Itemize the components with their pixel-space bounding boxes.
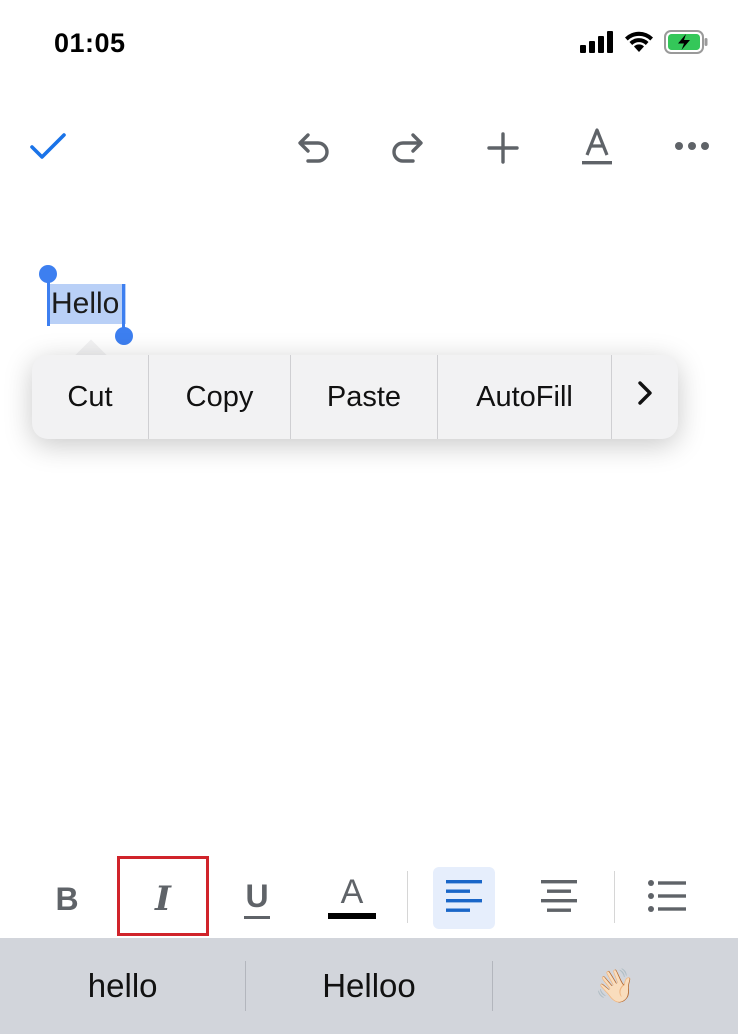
menu-paste[interactable]: Paste	[291, 355, 438, 439]
text-color-swatch	[328, 913, 376, 919]
underline-bar	[244, 915, 270, 919]
menu-more-button[interactable]	[612, 355, 678, 439]
battery-charging-icon	[664, 30, 708, 59]
undo-icon[interactable]	[292, 126, 336, 170]
selection-end-handle[interactable]	[115, 327, 133, 345]
bold-button[interactable]: B	[44, 876, 90, 922]
align-center-button[interactable]	[532, 867, 586, 929]
redo-icon[interactable]	[385, 126, 429, 170]
bulleted-list-button[interactable]	[640, 867, 694, 929]
selection-start-handle[interactable]	[39, 265, 57, 283]
format-divider	[614, 871, 615, 923]
bulleted-list-icon	[648, 879, 686, 917]
suggestion-item[interactable]: hello	[0, 938, 245, 1034]
italic-button[interactable]: I	[140, 876, 186, 922]
menu-cut[interactable]: Cut	[32, 355, 149, 439]
align-left-icon	[446, 879, 482, 917]
checkmark-icon[interactable]	[26, 126, 70, 166]
keyboard-suggestion-bar: hello Helloo 👋🏻	[0, 938, 738, 1034]
text-color-button[interactable]: A	[326, 868, 378, 926]
italic-icon: I	[155, 879, 171, 919]
status-icons	[580, 30, 708, 59]
suggestion-item[interactable]: Helloo	[246, 938, 491, 1034]
menu-copy[interactable]: Copy	[149, 355, 291, 439]
suggestion-emoji[interactable]: 👋🏻	[493, 938, 738, 1034]
align-center-icon	[541, 879, 577, 917]
text-color-icon: A	[340, 873, 364, 911]
selection-start-caret	[47, 278, 50, 326]
insert-plus-icon[interactable]	[481, 126, 525, 170]
chevron-right-icon	[637, 380, 653, 414]
wifi-icon	[624, 31, 654, 58]
signal-icon	[580, 31, 614, 58]
more-options-icon[interactable]	[670, 126, 714, 166]
align-left-button[interactable]	[433, 867, 495, 929]
edit-context-menu: Cut Copy Paste AutoFill	[32, 339, 678, 439]
text-format-icon[interactable]	[575, 124, 619, 170]
underline-icon: U	[245, 877, 269, 914]
format-divider	[407, 871, 408, 923]
bold-icon: B	[55, 880, 79, 917]
underline-button[interactable]: U	[234, 872, 280, 926]
selected-text[interactable]: Hello	[51, 284, 119, 324]
status-time: 01:05	[54, 28, 126, 58]
menu-autofill[interactable]: AutoFill	[438, 355, 612, 439]
